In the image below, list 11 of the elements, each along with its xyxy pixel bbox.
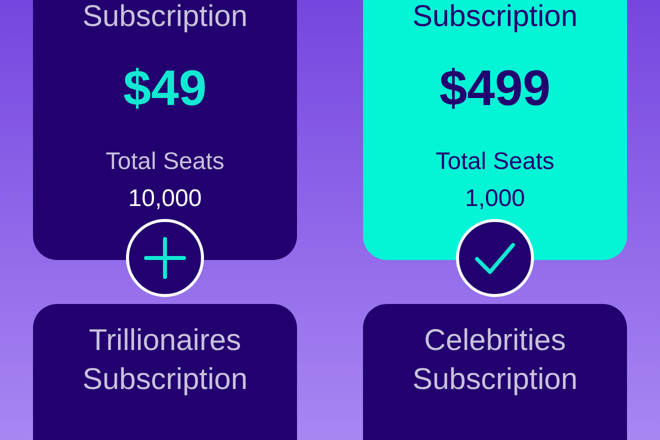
plan-price: $49 <box>123 59 207 118</box>
plus-icon <box>144 237 186 279</box>
plan-price: $499 <box>439 59 551 118</box>
seats-label: Total Seats <box>436 147 554 177</box>
plan-title: Subscription <box>412 0 578 34</box>
seats-count: 10,000 <box>128 184 202 214</box>
seats-count: 1,000 <box>464 184 526 214</box>
plan-title: Subscription <box>82 0 248 34</box>
seats-label: Total Seats <box>106 147 224 177</box>
plan-title: Celebrities Subscription <box>411 323 579 398</box>
plan-title: Trillionaires Subscription <box>81 323 249 398</box>
